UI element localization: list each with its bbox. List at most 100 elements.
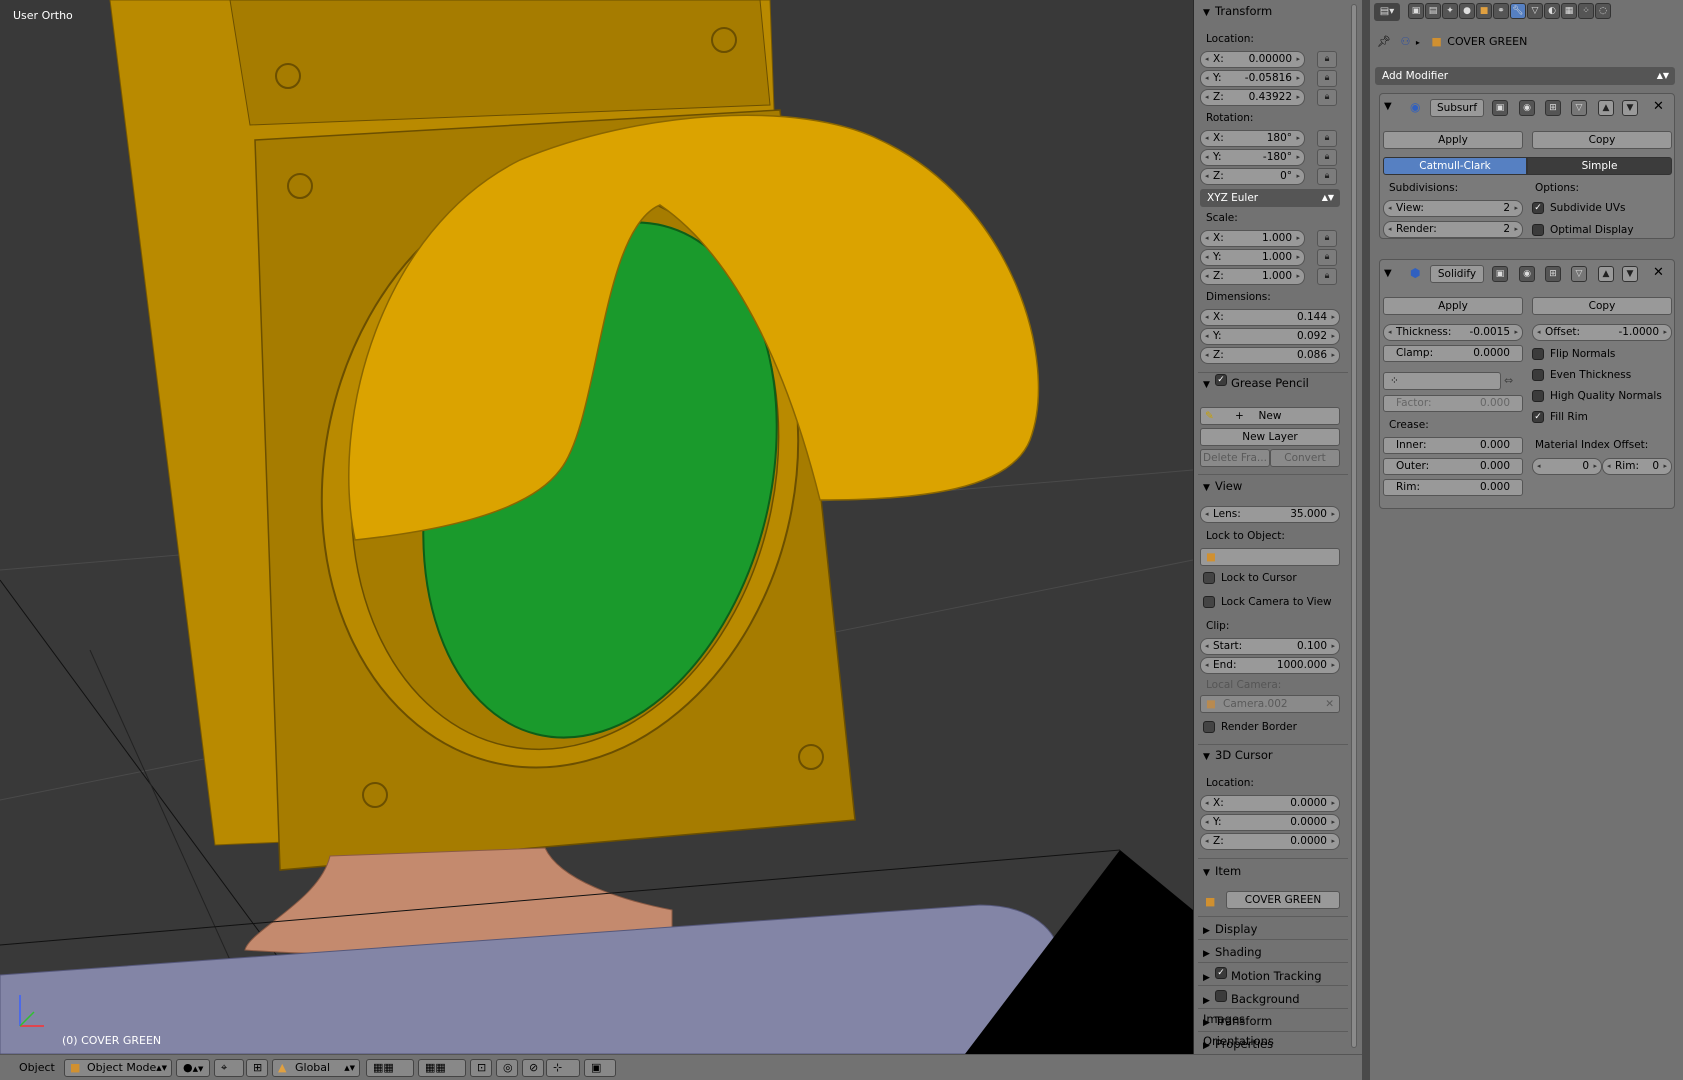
- rotation-z-field[interactable]: ◂ Z: 0° ▸: [1200, 168, 1305, 185]
- subsurf-render-field[interactable]: ◂ Render: 2 ▸: [1383, 221, 1523, 238]
- lock-layers-icon[interactable]: ⊡: [470, 1059, 492, 1077]
- shading-panel-header[interactable]: ▶ Shading: [1203, 943, 1343, 961]
- editmode-toggle-icon[interactable]: ⊞: [1545, 266, 1561, 282]
- data-tab-icon[interactable]: ▽: [1527, 3, 1543, 19]
- close-icon[interactable]: ✕: [1653, 99, 1664, 114]
- grease-pencil-new-button[interactable]: ✎ + New: [1200, 407, 1340, 425]
- collapse-triangle-icon[interactable]: ▼: [1384, 101, 1392, 112]
- rotation-mode-dropdown[interactable]: XYZ Euler ▲▼: [1200, 189, 1340, 207]
- dimensions-y-field[interactable]: ◂ Y: 0.092 ▸: [1200, 328, 1340, 345]
- local-camera-field[interactable]: ■ Camera.002 ✕: [1200, 695, 1340, 713]
- eye-icon[interactable]: ◉: [1519, 100, 1535, 116]
- subsurf-apply-button[interactable]: Apply: [1383, 131, 1523, 149]
- editmode-toggle-icon[interactable]: ⊞: [1545, 100, 1561, 116]
- render-layers-tab-icon[interactable]: ▤: [1425, 3, 1441, 19]
- collapse-triangle-icon[interactable]: ▼: [1384, 268, 1392, 279]
- offset-field[interactable]: ◂ Offset: -1.0000 ▸: [1532, 324, 1672, 341]
- add-modifier-dropdown[interactable]: Add Modifier ▲▼: [1375, 67, 1675, 85]
- constraints-tab-icon[interactable]: ⚭: [1493, 3, 1509, 19]
- subsurf-name-field[interactable]: Subsurf: [1430, 99, 1484, 117]
- subsurf-view-field[interactable]: ◂ View: 2 ▸: [1383, 200, 1523, 217]
- area-divider[interactable]: [1362, 0, 1370, 1080]
- delete-frame-button[interactable]: Delete Fra...: [1200, 449, 1270, 467]
- render-border-checkbox[interactable]: Render Border: [1203, 720, 1297, 734]
- render-toggle-icon[interactable]: ▣: [1492, 100, 1508, 116]
- cage-toggle-icon[interactable]: ▽: [1571, 266, 1587, 282]
- cursor-y-field[interactable]: ◂ Y: 0.0000 ▸: [1200, 814, 1340, 831]
- render-preview-icon[interactable]: ▣: [584, 1059, 616, 1077]
- lock-icon[interactable]: 🔒︎: [1317, 230, 1337, 247]
- render-tab-icon[interactable]: ▣: [1408, 3, 1424, 19]
- move-up-icon[interactable]: ▲: [1598, 100, 1614, 116]
- modifiers-tab-icon[interactable]: 🔧︎: [1510, 3, 1526, 19]
- subsurf-copy-button[interactable]: Copy: [1532, 131, 1672, 149]
- pivot-dropdown[interactable]: ⌖: [214, 1059, 244, 1077]
- proportional-edit-icon[interactable]: ◎: [496, 1059, 518, 1077]
- clip-start-field[interactable]: ◂ Start: 0.100 ▸: [1200, 638, 1340, 655]
- lock-to-cursor-checkbox[interactable]: Lock to Cursor: [1203, 571, 1297, 585]
- view-panel-header[interactable]: ▼ View: [1203, 477, 1343, 495]
- orientation-dropdown[interactable]: ▲ Global ▲▼: [272, 1059, 360, 1077]
- 3d-cursor-panel-header[interactable]: ▼ 3D Cursor: [1203, 746, 1343, 764]
- invert-arrows-icon[interactable]: ⇔: [1504, 374, 1513, 387]
- properties-panel-header[interactable]: ▶ Properties: [1203, 1035, 1343, 1053]
- rotation-y-field[interactable]: ◂ Y: -180° ▸: [1200, 149, 1305, 166]
- physics-tab-icon[interactable]: ◌: [1595, 3, 1611, 19]
- snap-toggle-icon[interactable]: ⊘: [522, 1059, 544, 1077]
- location-x-field[interactable]: ◂ X: 0.00000 ▸: [1200, 51, 1305, 68]
- lock-icon[interactable]: 🔒︎: [1317, 149, 1337, 166]
- eye-icon[interactable]: ◉: [1519, 266, 1535, 282]
- location-z-field[interactable]: ◂ Z: 0.43922 ▸: [1200, 89, 1305, 106]
- factor-field[interactable]: Factor: 0.000: [1383, 395, 1523, 412]
- cage-toggle-icon[interactable]: ▽: [1571, 100, 1587, 116]
- rotation-x-field[interactable]: ◂ X: 180° ▸: [1200, 130, 1305, 147]
- clip-end-field[interactable]: ◂ End: 1000.000 ▸: [1200, 657, 1340, 674]
- layers-block-2[interactable]: ▦▦: [418, 1059, 466, 1077]
- material-tab-icon[interactable]: ◐: [1544, 3, 1560, 19]
- clamp-field[interactable]: Clamp: 0.0000: [1383, 345, 1523, 362]
- vertex-group-field[interactable]: ⁘: [1383, 372, 1501, 390]
- solidify-name-field[interactable]: Solidify: [1430, 265, 1484, 283]
- grease-pencil-panel-header[interactable]: ▼ ✓ Grease Pencil: [1203, 373, 1343, 391]
- scale-x-field[interactable]: ◂ X: 1.000 ▸: [1200, 230, 1305, 247]
- close-icon[interactable]: ✕: [1653, 265, 1664, 280]
- editor-type-icon[interactable]: ▤▾: [1374, 3, 1400, 21]
- crease-inner-field[interactable]: Inner: 0.000: [1383, 437, 1523, 454]
- flip-normals-checkbox[interactable]: Flip Normals: [1532, 347, 1615, 361]
- cursor-x-field[interactable]: ◂ X: 0.0000 ▸: [1200, 795, 1340, 812]
- mode-dropdown[interactable]: ■ Object Mode ▲▼: [64, 1059, 172, 1077]
- solidify-copy-button[interactable]: Copy: [1532, 297, 1672, 315]
- lock-icon[interactable]: 🔒︎: [1317, 168, 1337, 185]
- lock-icon[interactable]: 🔒︎: [1317, 249, 1337, 266]
- grease-pencil-checkbox[interactable]: ✓: [1215, 373, 1231, 387]
- new-layer-button[interactable]: New Layer: [1200, 428, 1340, 446]
- motion-tracking-panel-header[interactable]: ▶ ✓ Motion Tracking: [1203, 966, 1343, 984]
- lock-icon[interactable]: 🔒︎: [1317, 70, 1337, 87]
- cursor-z-field[interactable]: ◂ Z: 0.0000 ▸: [1200, 833, 1340, 850]
- snap-element-dropdown[interactable]: ⊹: [546, 1059, 580, 1077]
- item-panel-header[interactable]: ▼ Item: [1203, 862, 1343, 880]
- motion-tracking-checkbox[interactable]: ✓: [1215, 966, 1231, 980]
- shading-dropdown[interactable]: ●▲▼: [176, 1059, 210, 1077]
- material-rim-field[interactable]: ◂ Rim: 0 ▸: [1602, 458, 1672, 475]
- layers-block-1[interactable]: ▦▦: [366, 1059, 414, 1077]
- move-down-icon[interactable]: ▼: [1622, 100, 1638, 116]
- lock-icon[interactable]: 🔒︎: [1317, 89, 1337, 106]
- optimal-display-checkbox[interactable]: Optimal Display: [1532, 223, 1634, 237]
- move-down-icon[interactable]: ▼: [1622, 266, 1638, 282]
- background-images-checkbox[interactable]: [1215, 989, 1231, 1003]
- even-thickness-checkbox[interactable]: Even Thickness: [1532, 368, 1631, 382]
- render-toggle-icon[interactable]: ▣: [1492, 266, 1508, 282]
- lock-icon[interactable]: 🔒︎: [1317, 130, 1337, 147]
- simple-toggle[interactable]: Simple: [1527, 157, 1672, 175]
- location-y-field[interactable]: ◂ Y: -0.05816 ▸: [1200, 70, 1305, 87]
- object-tab-icon[interactable]: ■: [1476, 3, 1492, 19]
- crease-outer-field[interactable]: Outer: 0.000: [1383, 458, 1523, 475]
- lens-field[interactable]: ◂ Lens: 35.000 ▸: [1200, 506, 1340, 523]
- 3d-viewport[interactable]: User Ortho (0) COVER GREEN: [0, 0, 1193, 1054]
- manipulator-toggle[interactable]: ⊞: [246, 1059, 268, 1077]
- dimensions-x-field[interactable]: ◂ X: 0.144 ▸: [1200, 309, 1340, 326]
- shelf-scrollbar[interactable]: [1351, 4, 1357, 1048]
- lock-icon[interactable]: 🔒︎: [1317, 51, 1337, 68]
- crease-rim-field[interactable]: Rim: 0.000: [1383, 479, 1523, 496]
